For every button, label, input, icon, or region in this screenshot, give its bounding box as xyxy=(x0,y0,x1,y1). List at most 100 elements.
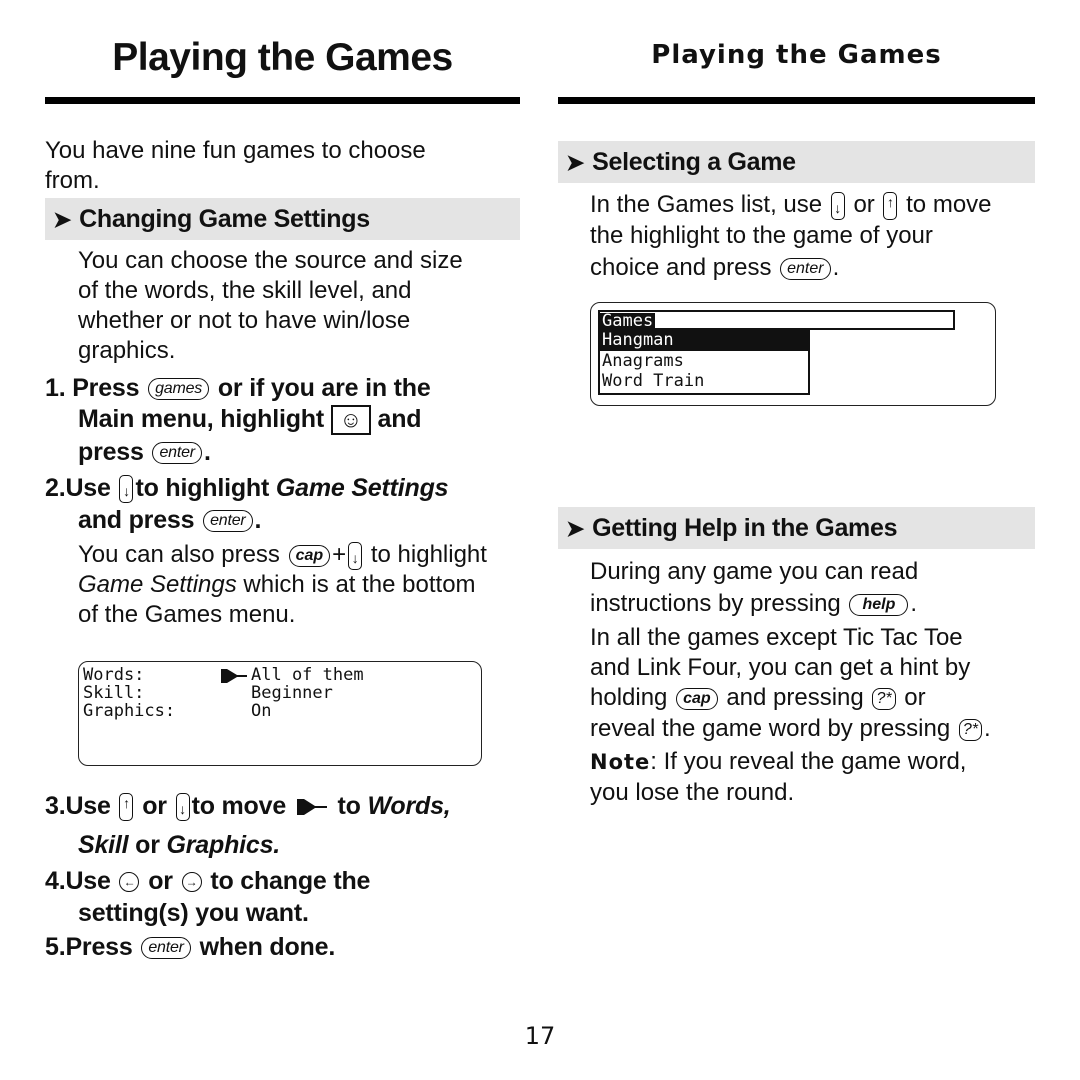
text: and xyxy=(377,405,422,433)
down-arrow-key-icon: ↓ xyxy=(175,793,190,822)
pointer-icon xyxy=(296,799,327,816)
text: In the Games list, use xyxy=(590,191,823,218)
games-list-item[interactable]: Word Train xyxy=(600,371,808,391)
text: Press xyxy=(72,374,140,402)
step-4: 4.Use ← or → to change the xyxy=(45,865,370,897)
text: Press xyxy=(65,933,133,961)
down-arrow-key-icon: ↓ xyxy=(348,541,363,570)
text: Game Settings xyxy=(78,571,237,598)
text: press xyxy=(78,438,144,466)
games-list-item[interactable]: Anagrams xyxy=(600,351,808,371)
text: to highlight xyxy=(135,474,270,502)
text: Use xyxy=(65,792,111,820)
text: to move xyxy=(191,792,287,820)
text: to xyxy=(337,792,361,820)
settings-screen: Words: Skill: Graphics: All of them Begi… xyxy=(78,661,482,766)
arrowhead-icon: ➤ xyxy=(53,207,72,232)
up-arrow-key-icon: ↑ xyxy=(119,793,134,822)
title-rule-left xyxy=(45,97,520,104)
text: . xyxy=(832,254,840,281)
text: Game Settings xyxy=(275,474,449,502)
page-title-left: Playing the Games xyxy=(112,36,453,79)
enter-key-icon: enter xyxy=(780,257,831,280)
enter-key-icon: enter xyxy=(141,937,191,960)
text: or xyxy=(904,684,926,711)
para-line: of the words, the skill level, and xyxy=(78,277,412,304)
text: Words, xyxy=(367,792,451,820)
text: to change the xyxy=(210,867,371,895)
arrowhead-icon: ➤ xyxy=(566,150,585,175)
section-header-changing-settings: ➤ Changing Game Settings xyxy=(45,198,520,240)
text: which is at the bottom xyxy=(243,571,476,598)
para-line: During any game you can read xyxy=(590,558,919,585)
text: choice and press xyxy=(590,254,772,281)
title-rule-right xyxy=(558,97,1035,104)
settings-value: On xyxy=(251,701,272,721)
games-list: Hangman Anagrams Word Train xyxy=(598,330,810,395)
note-line: Note: If you reveal the game word, xyxy=(590,747,966,777)
text: or xyxy=(142,792,167,820)
text: You can also press xyxy=(78,541,280,568)
step-3: 3.Use ↑ or ↓ to move to Words, xyxy=(45,790,451,822)
text: Graphics. xyxy=(166,831,281,859)
cap-key-icon: cap xyxy=(676,687,718,710)
text: or xyxy=(148,867,173,895)
text: or if you are in the xyxy=(217,374,431,402)
section-header-selecting-game: ➤ Selecting a Game xyxy=(558,141,1035,183)
text: and pressing xyxy=(726,684,864,711)
para-line: holding cap and pressing ?* or xyxy=(590,683,926,713)
para-line: choice and press enter. xyxy=(590,253,839,283)
step-4-line-2: setting(s) you want. xyxy=(78,899,309,927)
text: : If you reveal the game word, xyxy=(650,748,967,775)
smiley-games-icon: ☺ xyxy=(330,405,371,436)
step-2-note-line: of the Games menu. xyxy=(78,601,296,628)
text: to highlight xyxy=(370,541,487,568)
para-line: You can choose the source and size xyxy=(78,247,463,274)
para-line: and Link Four, you can get a hint by xyxy=(590,654,971,681)
section-title: Selecting a Game xyxy=(592,148,796,176)
step-1-line-2: Main menu, highlight ☺ and xyxy=(78,403,422,436)
text: when done. xyxy=(199,933,336,961)
cap-key-icon: cap xyxy=(288,544,331,567)
step-number: 2. xyxy=(45,474,66,502)
down-arrow-key-icon: ↓ xyxy=(119,475,134,504)
step-5: 5.Press enter when done. xyxy=(45,931,335,963)
step-number: 3. xyxy=(45,792,66,820)
down-arrow-key-icon: ↓ xyxy=(830,191,845,220)
step-2-note: You can also press cap + ↓ to highlight xyxy=(78,540,487,570)
para-line: the highlight to the game of your xyxy=(590,222,933,249)
text: . xyxy=(983,715,991,742)
step-2: 2.Use ↓ to highlight Game Settings xyxy=(45,472,449,504)
note-label: Note xyxy=(590,750,651,774)
text: or xyxy=(853,191,875,218)
text: or xyxy=(135,831,160,859)
step-1: 1. Press games or if you are in the xyxy=(45,372,431,404)
text: reveal the game word by pressing xyxy=(590,715,951,742)
text: . xyxy=(254,506,262,534)
text: instructions by pressing xyxy=(590,590,841,617)
step-3-line-2: Skill or Graphics. xyxy=(78,829,280,861)
para-line: instructions by pressing help. xyxy=(590,589,917,619)
text: + xyxy=(332,541,347,568)
left-arrow-key-icon: ← xyxy=(119,872,140,893)
intro-line: You have nine fun games to choose xyxy=(45,137,426,164)
para-line: graphics. xyxy=(78,337,176,364)
up-arrow-key-icon: ↑ xyxy=(883,191,898,220)
step-number: 4. xyxy=(45,867,66,895)
section-header-getting-help: ➤ Getting Help in the Games xyxy=(558,507,1035,549)
text: to move xyxy=(906,191,992,218)
text: Skill xyxy=(78,831,129,859)
note-line: you lose the round. xyxy=(590,779,795,806)
games-list-screen: Games Hangman Anagrams Word Train xyxy=(590,302,996,406)
enter-key-icon: enter xyxy=(152,442,202,465)
page-title-right: Playing the Games xyxy=(651,40,942,70)
games-list-item-selected[interactable]: Hangman xyxy=(600,330,808,351)
settings-label: Graphics: xyxy=(83,701,176,721)
intro-line: from. xyxy=(45,167,100,194)
para-line: In all the games except Tic Tac Toe xyxy=(590,624,963,651)
arrowhead-icon: ➤ xyxy=(566,516,585,541)
para-line: In the Games list, use ↓ or ↑ to move xyxy=(590,190,992,220)
games-title-bar: Games xyxy=(598,310,955,330)
section-title: Getting Help in the Games xyxy=(592,514,898,542)
pointer-icon xyxy=(221,669,247,683)
